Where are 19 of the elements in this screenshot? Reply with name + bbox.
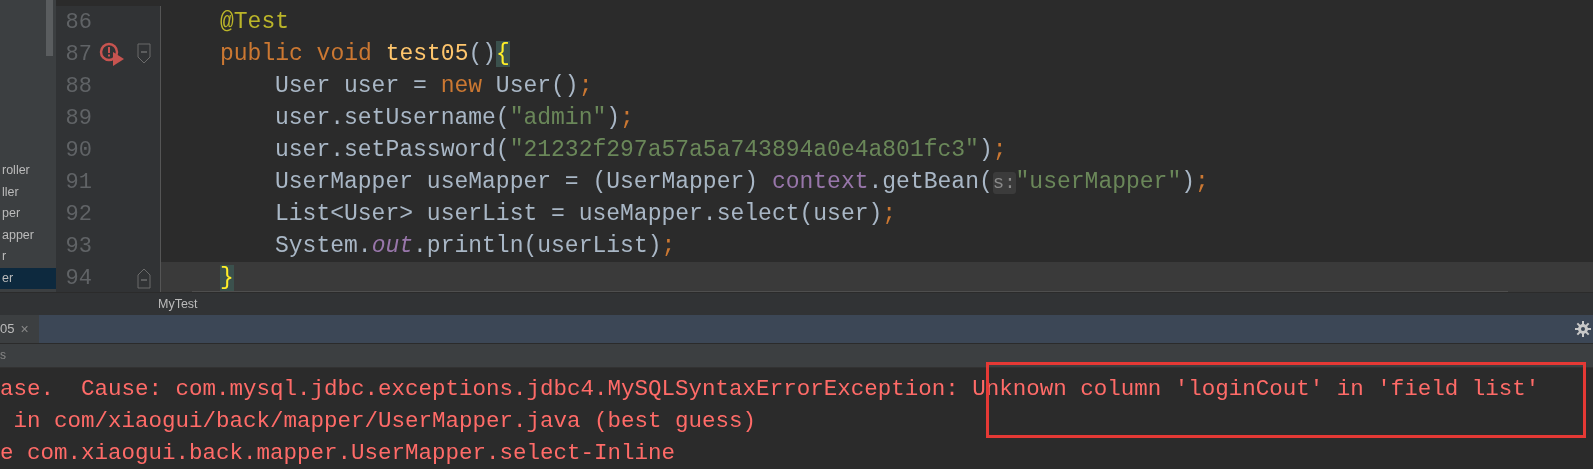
tree-item[interactable]: r bbox=[0, 246, 56, 268]
code-line: user.setPassword("21232f297a57a5a743894a0e4a801fc3"); bbox=[274, 136, 1008, 165]
console-line: in com/xiaogui/back/mapper/UserMapper.java (best guess) bbox=[12, 407, 758, 436]
code-line: List<User> userList = useMapper.select(user); bbox=[274, 200, 898, 229]
code-line: UserMapper useMapper = (UserMapper) context.getBean(s:"userMapper"); bbox=[274, 168, 1210, 197]
code-line: User user = new User(); bbox=[274, 72, 594, 101]
tree-item[interactable]: roller bbox=[0, 160, 56, 182]
console-line: e com.xiaogui.back.mapper.UserMapper.select-Inline bbox=[0, 439, 677, 468]
code-line: @Test bbox=[219, 8, 290, 37]
code-line: System.out.println(userList); bbox=[274, 232, 677, 261]
breadcrumb[interactable]: MyTest bbox=[158, 296, 198, 311]
tree-item[interactable]: per bbox=[0, 203, 56, 225]
run-tab[interactable]: 05 × bbox=[0, 314, 39, 343]
tree-item[interactable]: er bbox=[0, 267, 56, 289]
code-line: public void test05(){ bbox=[219, 40, 511, 69]
code-line: user.setUsername("admin"); bbox=[274, 104, 635, 133]
toolbar-label: s bbox=[0, 348, 6, 363]
tree-item[interactable]: apper bbox=[0, 224, 56, 246]
tree-item[interactable]: ller bbox=[0, 181, 56, 203]
